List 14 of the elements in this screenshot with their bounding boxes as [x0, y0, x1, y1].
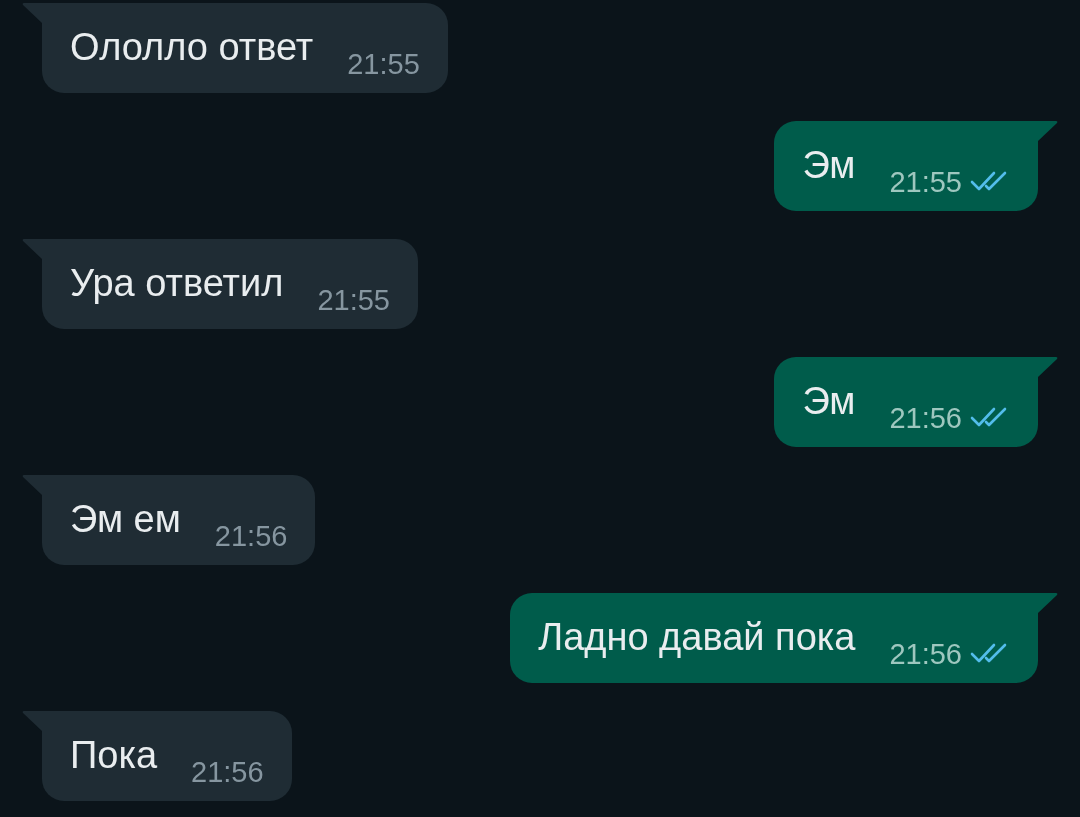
message-time: 21:55 — [317, 283, 390, 317]
message-time: 21:56 — [214, 519, 288, 553]
message-time: 21:56 — [191, 755, 264, 789]
message-time: 21:55 — [347, 47, 420, 81]
message-text: Эм — [802, 143, 856, 188]
message-time: 21:56 — [889, 637, 962, 671]
message-time: 21:56 — [889, 401, 962, 435]
message-text: Эм — [802, 379, 856, 424]
message-text: Пока — [70, 733, 158, 778]
message-text: Ура ответил — [70, 261, 284, 306]
message-text: Ладно давай пока — [538, 615, 856, 660]
message-text: Эм ем — [70, 497, 181, 542]
message-time: 21:55 — [889, 165, 962, 199]
message-text: Ололло ответ — [70, 25, 314, 70]
